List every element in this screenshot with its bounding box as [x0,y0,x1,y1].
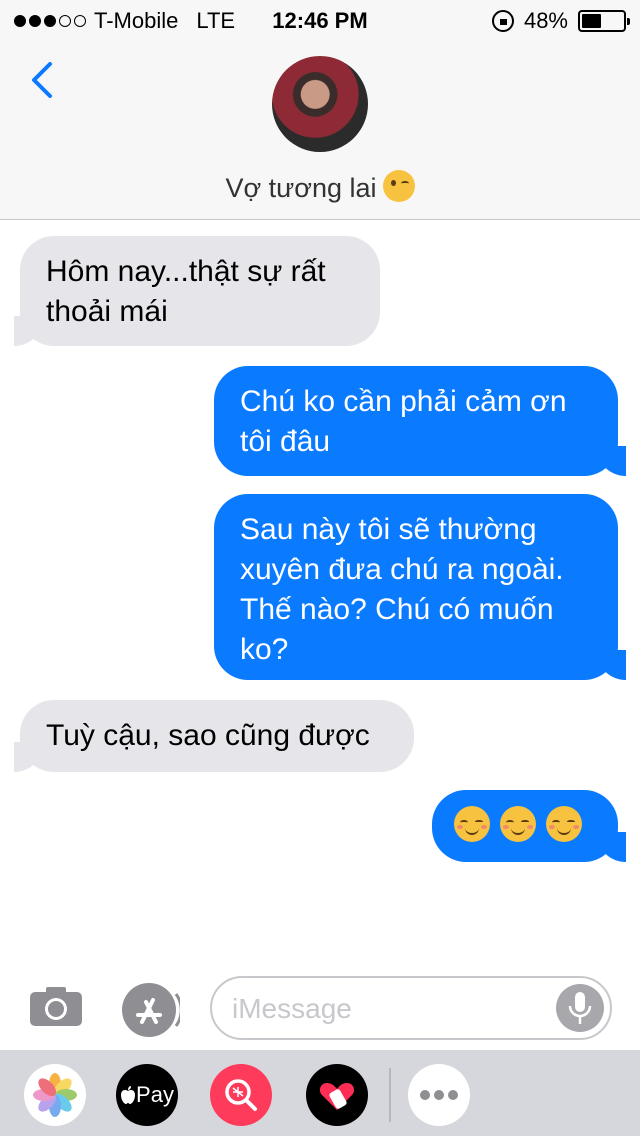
apple-pay-button[interactable]: Pay [116,1064,178,1126]
conversation-header: Vợ tương lai [0,40,640,220]
status-bar: T-Mobile LTE 12:46 PM 48% [0,0,640,40]
smiling-face-emoji [546,806,582,842]
battery-icon [578,10,630,32]
message-line: ko? [240,633,289,666]
more-icon [420,1090,458,1100]
search-images-button[interactable] [210,1064,272,1126]
message-bubble-outgoing[interactable]: Sau này tôi sẽ thường xuyên đưa chú ra n… [214,494,618,680]
more-apps-button[interactable] [408,1064,470,1126]
app-store-button[interactable] [120,980,183,1040]
dictation-button[interactable] [556,984,604,1032]
message-line: Thế nào? Chú có muốn [240,593,554,626]
back-button[interactable] [26,60,66,100]
message-bubble-incoming[interactable]: Hôm nay...thật sự rất thoải mái [20,236,380,346]
compose-bar [0,960,640,1050]
message-bubble-outgoing[interactable] [432,790,618,862]
app-drawer: Pay [0,1050,640,1136]
message-field[interactable] [210,976,612,1040]
camera-button[interactable] [28,984,84,1028]
digital-touch-icon [319,1083,355,1110]
message-line: Tuỳ cậu, sao cũng được [46,719,370,752]
app-drawer-divider [389,1068,391,1122]
message-line: tôi đâu [240,425,331,458]
message-input[interactable] [232,990,562,1028]
smiling-face-emoji [500,806,536,842]
search-images-icon [225,1079,257,1111]
app-store-icon [122,983,183,1037]
photos-icon [33,1073,77,1117]
message-line: Chú ko cần phải cảm ơn [240,385,567,418]
apple-pay-label: Pay [136,1082,174,1107]
digital-touch-button[interactable] [306,1064,368,1126]
camera-icon [30,987,82,1026]
chevron-left-icon [32,62,52,98]
battery-percent: 48% [523,8,568,33]
contact-name: Vợ tương lai [225,173,377,203]
contact-avatar[interactable] [272,56,368,152]
message-line: Sau này tôi sẽ thường [240,513,537,546]
message-bubble-incoming[interactable]: Tuỳ cậu, sao cũng được [20,700,414,772]
rotation-lock-icon [491,10,514,32]
message-line: Hôm nay...thật sự rất [46,255,326,288]
photos-app-button[interactable] [24,1064,86,1126]
contact-name-button[interactable]: Vợ tương lai [0,170,640,204]
wink-emoji [382,170,415,202]
apple-logo-icon [121,1086,136,1104]
smiling-face-emoji [454,806,490,842]
message-bubble-outgoing[interactable]: Chú ko cần phải cảm ơn tôi đâu [214,366,618,476]
message-line: thoải mái [46,295,168,328]
status-right: 48% [491,8,630,34]
message-line: xuyên đưa chú ra ngoài. [240,553,564,586]
microphone-icon [568,992,592,1024]
